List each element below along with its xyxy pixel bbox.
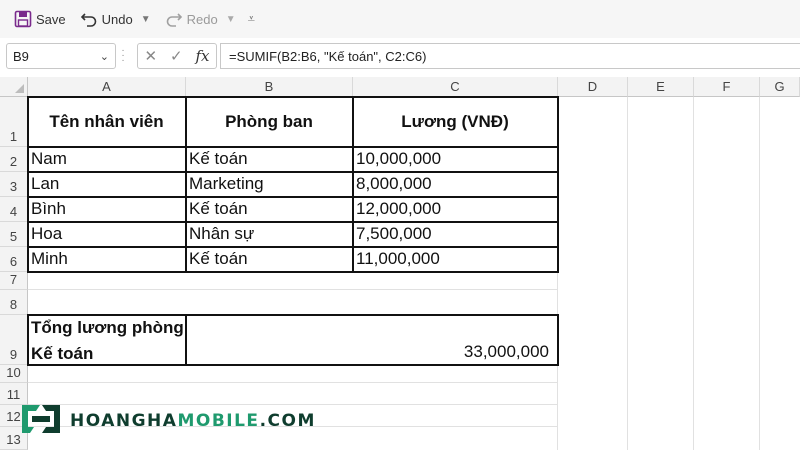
table-divider [27,246,559,248]
watermark-logo: HOANGHAMOBILE.COM [18,403,314,440]
watermark-text-part1: HOANGHA [70,411,178,431]
table-cell[interactable]: 11,000,000 [353,247,558,272]
table-divider [27,171,559,173]
formula-bar: B9 ⌄ · · · ✕ ✓ fx =SUMIF(B2:B6, "Kế toán",… [0,43,800,71]
header-cell-salary[interactable]: Lương (VNĐ) [353,97,558,147]
row-header-2[interactable]: 2 [0,147,28,172]
save-label: Save [36,11,66,27]
undo-label: Undo [101,11,133,27]
watermark-text-part3: .COM [259,411,316,431]
table-cell[interactable]: Marketing [186,172,353,197]
table-cell[interactable]: Minh [28,247,186,272]
redo-dropdown-chevron-icon[interactable]: ▼ [226,14,236,25]
redo-label: Redo [186,11,218,27]
column-header-f[interactable]: F [694,77,760,97]
undo-icon [80,10,98,28]
empty-column-d[interactable] [558,97,628,450]
empty-column-f[interactable] [694,97,760,450]
table-cell[interactable]: Hoa [28,222,186,247]
table-cell[interactable]: Kế toán [186,247,353,272]
name-box-chevron-icon[interactable]: ⌄ [100,50,109,63]
column-header-b[interactable]: B [186,77,353,97]
empty-column-g[interactable] [760,97,800,450]
table-cell[interactable]: Bình [28,197,186,222]
header-cell-department[interactable]: Phòng ban [186,97,353,147]
table-cell[interactable]: 7,500,000 [353,222,558,247]
column-header-c[interactable]: C [353,77,558,97]
row-header-10[interactable]: 10 [0,365,28,383]
row-header-6[interactable]: 6 [0,247,28,272]
table-divider [27,196,559,198]
cancel-icon[interactable]: ✕ [144,47,157,65]
name-box-value: B9 [13,48,29,64]
row-header-9[interactable]: 9 [0,315,28,365]
redo-icon [165,10,183,28]
undo-dropdown-chevron-icon[interactable]: ▼ [141,14,151,25]
undo-button[interactable]: Undo [80,10,133,28]
column-header-g[interactable]: G [760,77,800,97]
select-all-button[interactable] [0,77,28,97]
name-box[interactable]: B9 ⌄ [6,43,116,69]
row-header-8[interactable]: 8 [0,290,28,315]
total-value-cell[interactable]: 33,000,000 [186,315,558,365]
table-cell[interactable]: Kế toán [186,147,353,172]
row-header-1[interactable]: 1 [0,97,28,147]
save-icon [14,10,32,28]
empty-row-11[interactable] [28,383,558,405]
row-header-3[interactable]: 3 [0,172,28,197]
spreadsheet-grid: A B C D E F G 1 2 3 4 5 6 7 8 9 10 11 12… [0,77,800,450]
save-button[interactable]: Save [14,10,66,28]
table-divider [27,221,559,223]
watermark-text: HOANGHAMOBILE.COM [70,411,316,431]
row-header-7[interactable]: 7 [0,272,28,290]
empty-row-10[interactable] [28,365,558,383]
empty-row-7[interactable] [28,272,558,290]
table-cell[interactable]: 8,000,000 [353,172,558,197]
formula-buttons: ✕ ✓ fx [137,43,217,69]
header-cell-employee[interactable]: Tên nhân viên [28,97,186,147]
table-cell[interactable]: Lan [28,172,186,197]
redo-button[interactable]: Redo [165,10,218,28]
quick-access-toolbar: Save Undo ▼ Redo ▼ ⩡ [0,0,800,38]
resize-handle-icon[interactable]: · · · [121,46,125,66]
table-cell[interactable]: 10,000,000 [353,147,558,172]
empty-row-8[interactable] [28,290,558,315]
table-cell[interactable]: 12,000,000 [353,197,558,222]
table-cell[interactable]: Nhân sự [186,222,353,247]
column-header-d[interactable]: D [558,77,628,97]
total-label-cell[interactable]: Tổng lương phòng Kế toán [28,315,186,365]
watermark-text-part2: MOBILE [177,411,260,431]
select-all-icon [15,84,24,93]
formula-input[interactable]: =SUMIF(B2:B6, "Kế toán", C2:C6) [220,43,800,69]
row-header-4[interactable]: 4 [0,197,28,222]
column-header-e[interactable]: E [628,77,694,97]
total-divider [185,314,187,366]
table-divider [27,146,559,148]
logo-icon [18,403,64,440]
empty-column-e[interactable] [628,97,694,450]
table-cell[interactable]: Kế toán [186,197,353,222]
row-header-5[interactable]: 5 [0,222,28,247]
enter-icon[interactable]: ✓ [170,47,183,65]
insert-function-icon[interactable]: fx [196,47,210,65]
table-cell[interactable]: Nam [28,147,186,172]
customize-toolbar-icon[interactable]: ⩡ [248,11,255,27]
column-header-a[interactable]: A [28,77,186,97]
